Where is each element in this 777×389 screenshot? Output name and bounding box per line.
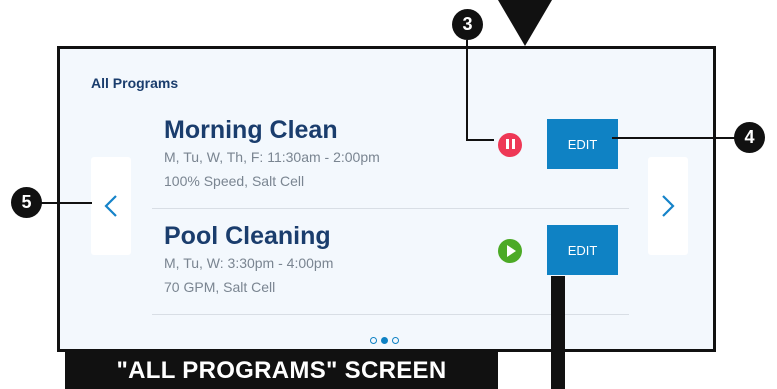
screen-caption-banner: "ALL PROGRAMS" SCREEN [65, 352, 498, 389]
page-dot[interactable] [370, 337, 377, 344]
pause-icon [504, 136, 516, 154]
play-icon [507, 245, 516, 257]
page-dot-active[interactable] [381, 337, 388, 344]
program-details: 100% Speed, Salt Cell [164, 173, 305, 189]
page-title: All Programs [91, 75, 179, 91]
edit-button[interactable]: EDIT [547, 225, 618, 275]
pause-button[interactable] [498, 133, 522, 157]
play-button[interactable] [498, 239, 522, 263]
callout-4: 4 [734, 122, 765, 153]
page-dot[interactable] [392, 337, 399, 344]
next-page-button[interactable] [648, 157, 688, 255]
all-programs-screen: All Programs Morning Clean M, Tu, W, Th,… [57, 46, 716, 352]
callout-line [40, 202, 92, 204]
edit-button[interactable]: EDIT [547, 119, 618, 169]
callout-line [466, 40, 468, 140]
callout-3: 3 [452, 9, 483, 40]
chevron-left-icon [104, 195, 117, 217]
callout-line [612, 137, 736, 139]
callout-5: 5 [11, 187, 42, 218]
previous-page-button[interactable] [91, 157, 131, 255]
divider [152, 208, 629, 209]
chevron-right-icon [662, 195, 675, 217]
top-arrow-icon [498, 0, 552, 46]
page-indicator [370, 337, 399, 344]
callout-line [551, 276, 565, 389]
callout-line [466, 139, 494, 141]
